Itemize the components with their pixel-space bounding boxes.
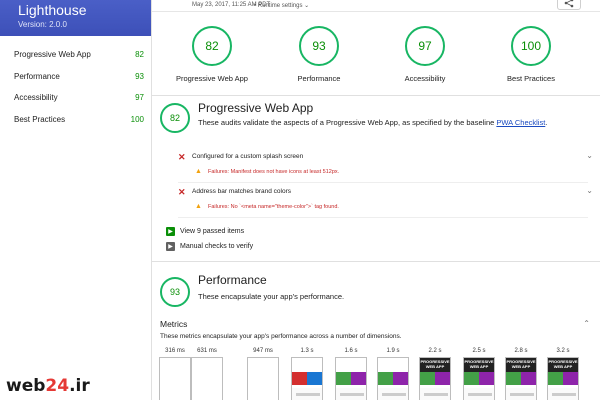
lighthouse-report: Lighthouse Version: 2.0.0 Progressive We… <box>0 0 600 400</box>
section-description-text: These audits validate the aspects of a P… <box>198 118 497 127</box>
sidebar-item-label: Performance <box>14 71 60 81</box>
filmstrip-frame: PROGRESSIVE WEB APP <box>463 357 495 400</box>
score-gauge: 93 <box>299 26 339 66</box>
score-gauge: 100 <box>511 26 551 66</box>
filmstrip-time-label: 1.6 s <box>344 348 358 354</box>
watermark-number: 24 <box>45 376 70 396</box>
audit-row-splash-screen[interactable]: ✕ Configured for a custom splash screen … <box>178 149 593 183</box>
audit-failure: Failures: No `<meta name="theme-color">`… <box>208 204 339 210</box>
section-description: These audits validate the aspects of a P… <box>198 118 588 128</box>
section-title: Progressive Web App <box>198 101 314 115</box>
watermark-tld: .ir <box>69 376 90 396</box>
app-version: Version: 2.0.0 <box>18 20 67 29</box>
filmstrip-time-label: 1.9 s <box>386 348 400 354</box>
share-button[interactable] <box>557 0 581 10</box>
gauge-label: Progressive Web App <box>176 74 248 83</box>
pwa-section: 82 Progressive Web App These audits vali… <box>152 97 600 262</box>
watermark-logo: web 24 .ir <box>0 372 118 400</box>
frame-logo: PROGRESSIVE WEB APP <box>548 359 578 369</box>
section-score-gauge: 82 <box>160 103 190 133</box>
sidebar-header: Lighthouse Version: 2.0.0 <box>0 0 151 36</box>
filmstrip-time-label: 2.2 s <box>428 348 442 354</box>
sidebar-item-label: Best Practices <box>14 114 66 124</box>
metrics-title: Metrics <box>160 319 188 329</box>
sidebar-item-performance[interactable]: Performance 93 <box>0 66 151 88</box>
summary-gauge-performance[interactable]: 93 Performance <box>274 26 364 83</box>
summary-gauge-pwa[interactable]: 82 Progressive Web App <box>167 26 257 83</box>
section-description: These encapsulate your app's performance… <box>198 292 345 301</box>
summary-gauge-best-practices[interactable]: 100 Best Practices <box>486 26 576 83</box>
warning-icon: ▲ <box>195 203 202 210</box>
sidebar: Lighthouse Version: 2.0.0 Progressive We… <box>0 0 152 400</box>
filmstrip-frame <box>247 357 279 400</box>
score-gauge: 97 <box>405 26 445 66</box>
share-icon <box>564 0 574 8</box>
sidebar-item-score: 82 <box>135 50 144 60</box>
audit-row-brand-colors[interactable]: ✕ Address bar matches brand colors ▲ Fai… <box>178 184 593 218</box>
filmstrip-time-label: 1.3 s <box>300 348 314 354</box>
filmstrip-time-label: 316 ms <box>165 348 185 354</box>
gauge-label: Accessibility <box>404 74 446 83</box>
sidebar-item-pwa[interactable]: Progressive Web App 82 <box>0 44 151 66</box>
filmstrip-frame: PROGRESSIVE WEB APP <box>547 357 579 400</box>
sidebar-item-accessibility[interactable]: Accessibility 97 <box>0 87 151 109</box>
metrics-description: These metrics encapsulate your app's per… <box>160 333 402 340</box>
manual-checks-toggle[interactable]: ▶ Manual checks to verify <box>166 240 253 252</box>
section-score-gauge: 93 <box>160 277 190 307</box>
filmstrip-frame: PROGRESSIVE WEB APP <box>505 357 537 400</box>
sidebar-item-score: 97 <box>135 93 144 103</box>
chevron-down-icon[interactable]: ⌄ <box>586 186 593 195</box>
passed-items-label: View 9 passed items <box>180 227 245 235</box>
filmstrip-time-label: 631 ms <box>197 348 217 354</box>
chevron-down-icon[interactable]: ⌄ <box>586 151 593 160</box>
runtime-settings-label: • Runtime settings <box>254 3 303 9</box>
sidebar-item-label: Accessibility <box>14 93 58 103</box>
sidebar-item-score: 93 <box>135 71 144 81</box>
passed-items-toggle[interactable]: ▶ View 9 passed items <box>166 225 244 237</box>
fail-icon: ✕ <box>178 187 186 197</box>
report-topbar: May 23, 2017, 11:25 AM PDT • Runtime set… <box>152 0 600 12</box>
audit-name: Configured for a custom splash screen <box>192 153 304 160</box>
audit-name: Address bar matches brand colors <box>192 188 291 195</box>
filmstrip-time-label: 947 ms <box>253 348 273 354</box>
filmstrip-frame: PROGRESSIVE WEB APP <box>419 357 451 400</box>
score-gauge: 82 <box>192 26 232 66</box>
frame-logo: PROGRESSIVE WEB APP <box>420 359 450 369</box>
sidebar-item-best-practices[interactable]: Best Practices 100 <box>0 109 151 131</box>
score-summary: 82 Progressive Web App 93 Performance 97… <box>152 12 600 96</box>
chevron-up-icon[interactable]: ⌃ <box>583 319 590 328</box>
summary-gauge-accessibility[interactable]: 97 Accessibility <box>380 26 470 83</box>
pwa-checklist-link[interactable]: PWA Checklist <box>496 118 545 127</box>
section-description-end: . <box>545 118 548 127</box>
filmstrip-time-label: 2.8 s <box>514 348 528 354</box>
metrics-header[interactable]: Metrics ⌃ <box>160 319 592 329</box>
chevron-down-icon: ⌄ <box>304 3 310 9</box>
filmstrip-frame <box>335 357 367 400</box>
filmstrip-time-label: 3.2 s <box>556 348 570 354</box>
frame-logo: PROGRESSIVE WEB APP <box>464 359 494 369</box>
runtime-settings[interactable]: • Runtime settings ⌄ <box>254 2 309 9</box>
filmstrip-frame <box>291 357 323 400</box>
gauge-label: Performance <box>297 74 341 83</box>
filmstrip-frame <box>191 357 223 400</box>
section-title: Performance <box>198 273 267 287</box>
sidebar-list: Progressive Web App 82 Performance 93 Ac… <box>0 36 151 130</box>
watermark-text: web <box>6 376 46 396</box>
sidebar-item-score: 100 <box>130 114 144 124</box>
filmstrip-frame <box>377 357 409 400</box>
fail-icon: ✕ <box>178 152 186 162</box>
frame-logo: PROGRESSIVE WEB APP <box>506 359 536 369</box>
warning-icon: ▲ <box>195 168 202 175</box>
audit-failure: Failures: Manifest does not have icons a… <box>208 169 340 175</box>
app-title: Lighthouse <box>18 2 87 18</box>
filmstrip-time-label: 2.5 s <box>472 348 486 354</box>
gauge-label: Best Practices <box>507 74 555 83</box>
manual-checks-label: Manual checks to verify <box>180 242 254 250</box>
expand-arrow-icon: ▶ <box>166 241 175 251</box>
performance-section: 93 Performance These encapsulate your ap… <box>152 263 600 400</box>
filmstrip-frame <box>159 357 191 400</box>
sidebar-item-label: Progressive Web App <box>14 50 91 60</box>
expand-arrow-icon: ▶ <box>166 226 175 236</box>
